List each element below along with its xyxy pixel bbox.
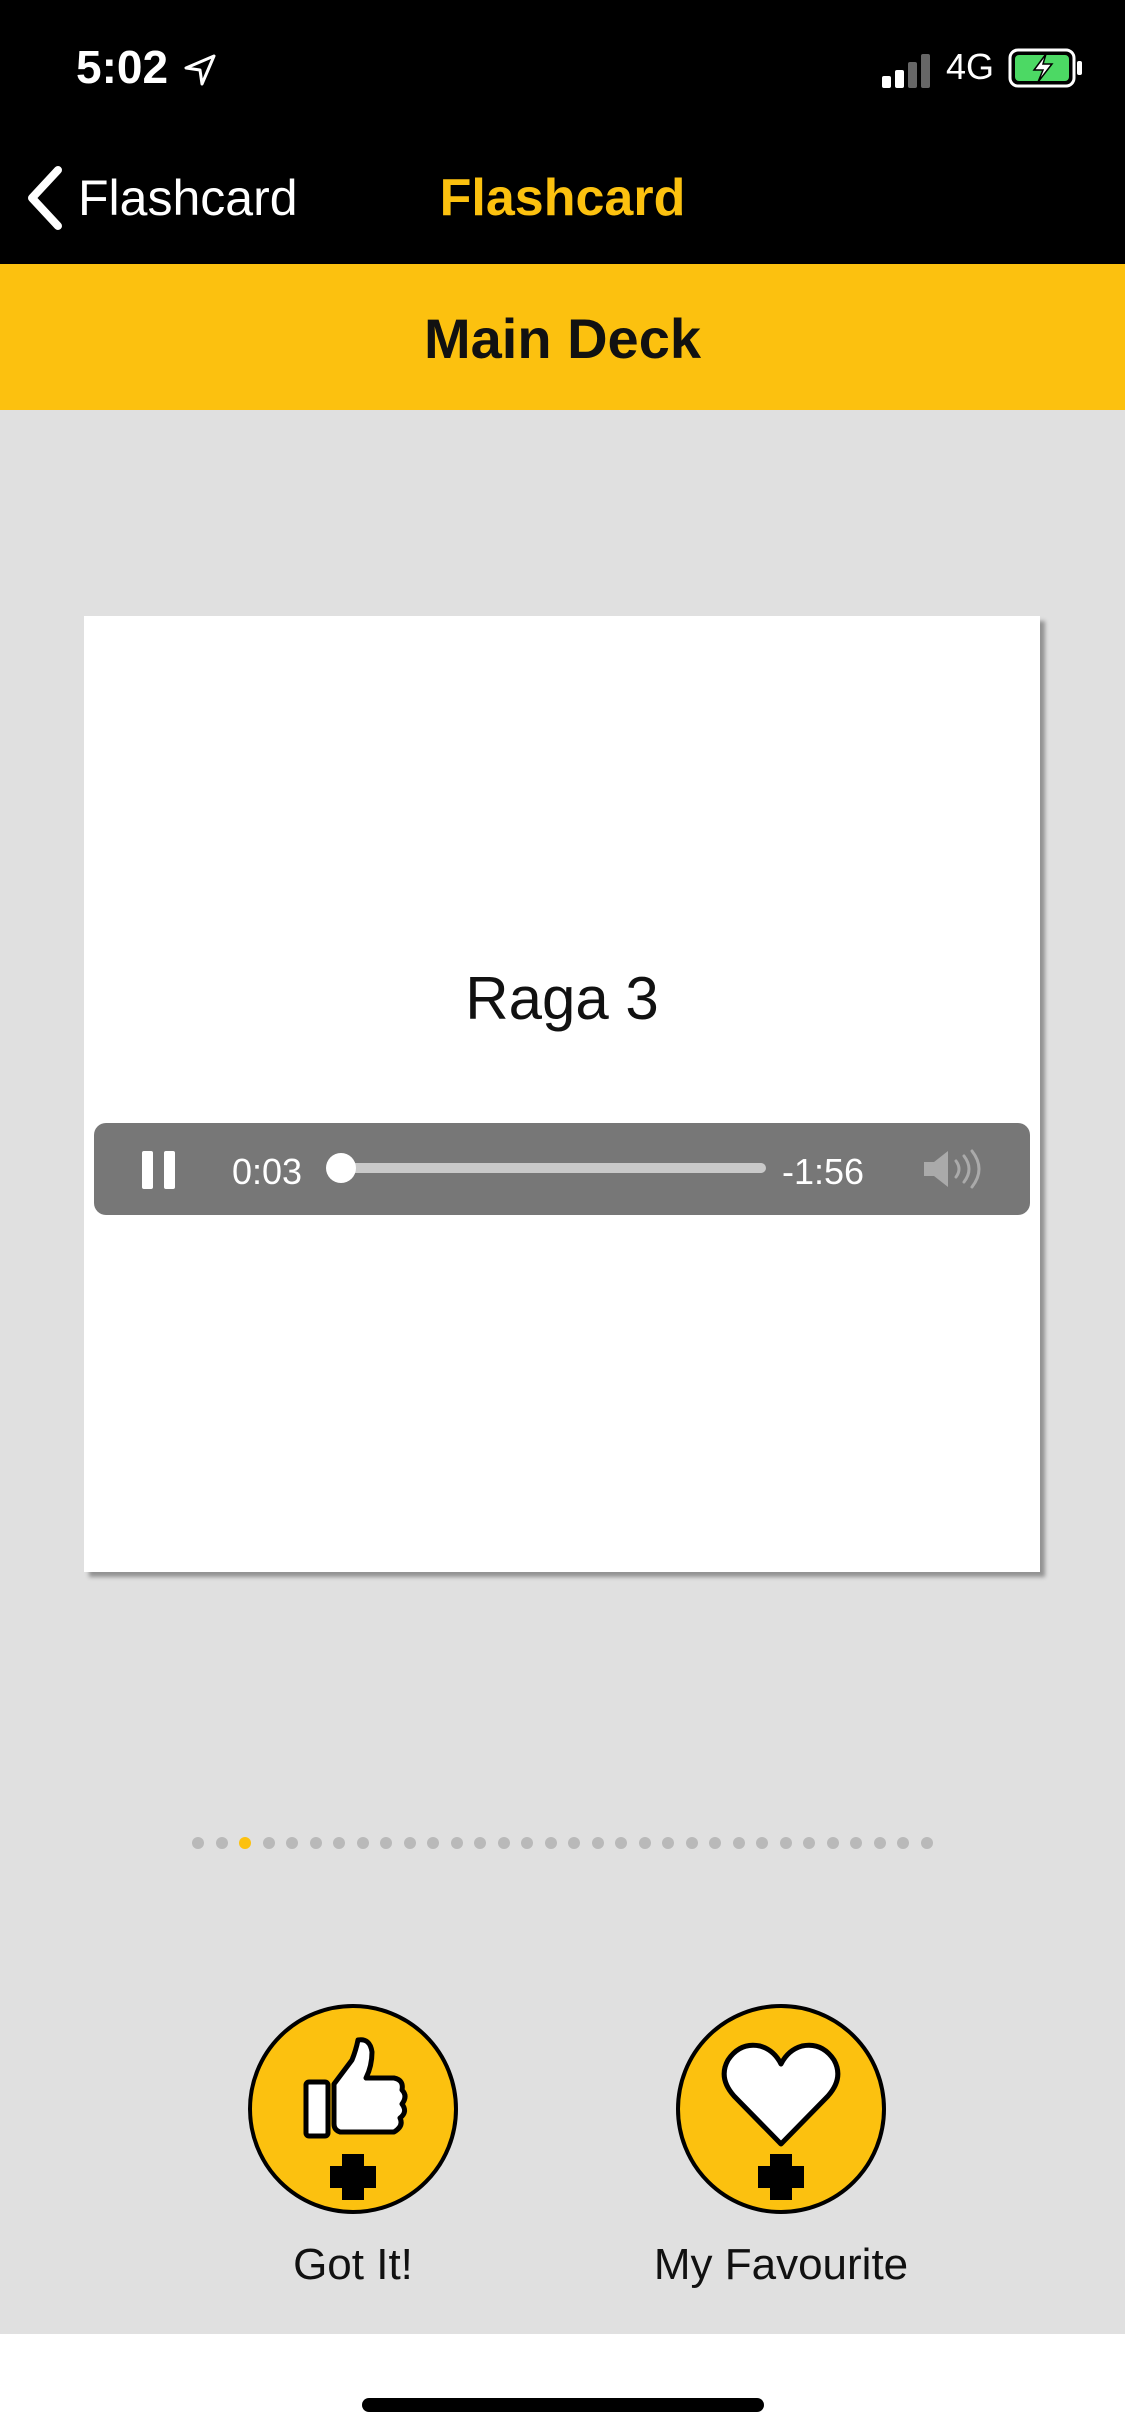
page-dot[interactable] <box>309 1837 322 1849</box>
audio-progress-bar[interactable] <box>325 1153 766 1183</box>
audio-progress-thumb[interactable] <box>325 1153 356 1183</box>
deck-banner: Main Deck <box>0 264 1125 410</box>
page-dot[interactable] <box>497 1837 510 1849</box>
page-dot[interactable] <box>192 1837 205 1849</box>
page-dot[interactable] <box>826 1837 839 1849</box>
page-dot[interactable] <box>732 1837 745 1849</box>
page-dot[interactable] <box>685 1837 698 1849</box>
page-dot[interactable] <box>615 1837 628 1849</box>
my-favourite-label: My Favourite <box>653 2240 909 2289</box>
thumbs-up-plus-icon <box>303 2037 408 2200</box>
page-dot[interactable] <box>262 1837 275 1849</box>
page-dot[interactable] <box>286 1837 299 1849</box>
page-dot[interactable] <box>427 1837 440 1849</box>
home-indicator-area <box>0 2334 1125 2436</box>
page-dot[interactable] <box>474 1837 487 1849</box>
page-dot[interactable] <box>779 1837 792 1849</box>
status-bar: 5:02 4G <box>0 0 1125 132</box>
page-dot[interactable] <box>756 1837 769 1849</box>
page-dot[interactable] <box>638 1837 651 1849</box>
home-indicator[interactable] <box>362 2398 764 2412</box>
page-title: Flashcard <box>439 169 686 227</box>
volume-icon[interactable] <box>920 1147 986 1191</box>
remaining-time: -1:56 <box>782 1151 865 1192</box>
page-dot[interactable] <box>568 1837 581 1849</box>
battery-charging-icon <box>1008 48 1082 88</box>
deck-title: Main Deck <box>424 307 701 370</box>
page-dot[interactable] <box>591 1837 604 1849</box>
page-dot[interactable] <box>215 1837 228 1849</box>
page-dot[interactable] <box>897 1837 910 1849</box>
page-indicator[interactable] <box>0 1837 1125 1849</box>
location-arrow-icon <box>184 54 216 86</box>
status-time: 5:02 <box>76 41 169 93</box>
page-dot-active[interactable] <box>239 1837 252 1849</box>
my-favourite-circle <box>676 2004 886 2214</box>
got-it-label: Got It! <box>293 2240 413 2289</box>
page-dot[interactable] <box>403 1837 416 1849</box>
navigation-bar: Flashcard Flashcard <box>0 132 1125 264</box>
got-it-circle <box>248 2004 458 2214</box>
heart-plus-icon <box>721 2042 841 2200</box>
page-dot[interactable] <box>920 1837 933 1849</box>
page-dot[interactable] <box>873 1837 886 1849</box>
card-title: Raga 3 <box>465 965 659 1032</box>
page-dot[interactable] <box>662 1837 675 1849</box>
audio-player: 0:03 -1:56 <box>94 1123 1030 1215</box>
elapsed-time: 0:03 <box>232 1151 303 1192</box>
page-dot[interactable] <box>333 1837 346 1849</box>
page-dot[interactable] <box>380 1837 393 1849</box>
page-dot[interactable] <box>521 1837 534 1849</box>
page-dot[interactable] <box>709 1837 722 1849</box>
pause-icon[interactable] <box>142 1151 176 1189</box>
page-dot[interactable] <box>544 1837 557 1849</box>
flashcard[interactable]: Raga 3 0:03 -1:56 <box>84 616 1040 1572</box>
signal-icon <box>882 54 930 88</box>
page-dot[interactable] <box>803 1837 816 1849</box>
page-dot[interactable] <box>356 1837 369 1849</box>
network-type: 4G <box>946 46 995 87</box>
page-dot[interactable] <box>450 1837 463 1849</box>
page-dot[interactable] <box>850 1837 863 1849</box>
